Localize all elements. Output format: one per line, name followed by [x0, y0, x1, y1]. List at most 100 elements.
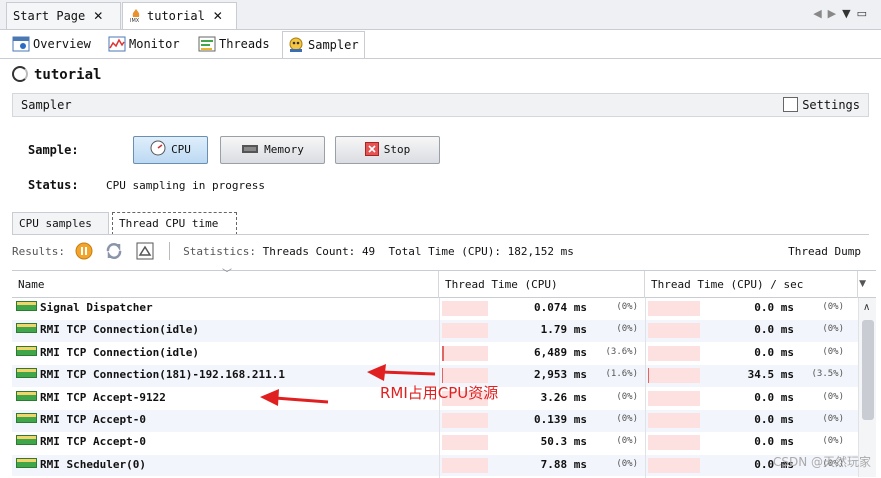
thread-time-bar-fill: [442, 368, 443, 384]
restore-icon[interactable]: ▭: [857, 7, 873, 20]
thread-time-value: 0.074 ms: [534, 301, 587, 314]
thread-time-value: 0.139 ms: [534, 413, 587, 426]
thread-icon: [16, 457, 37, 468]
tab-label: Overview: [33, 37, 91, 51]
thread-name-cell: Signal Dispatcher: [16, 301, 153, 314]
tab-sampler[interactable]: Sampler: [282, 31, 365, 58]
thread-rate-value: 0.0 ms: [754, 390, 794, 404]
sample-label: Sample:: [28, 143, 79, 157]
column-header-thread-time-per-sec[interactable]: Thread Time (CPU) / sec: [645, 271, 858, 298]
tab-start-page[interactable]: Start Page ✕: [6, 2, 121, 29]
thread-time-bar: [442, 368, 488, 384]
table-row[interactable]: Signal Dispatcher 0.074 ms (0%) 0.0 ms (…: [12, 298, 858, 320]
dropdown-icon[interactable]: ▼: [842, 7, 856, 20]
thread-time-value: 50.3 ms: [540, 435, 587, 449]
threads-icon: [198, 35, 216, 52]
column-menu-icon[interactable]: ▼: [859, 271, 866, 298]
table-row[interactable]: RMI Scheduler(0) 7.88 ms (0%) 0.0 ms (0%…: [12, 454, 858, 477]
pause-icon[interactable]: [75, 242, 93, 269]
jmx-icon: JMX: [129, 5, 143, 24]
refresh-icon[interactable]: [105, 242, 123, 269]
thread-rate-value: 0.0 ms: [754, 435, 794, 449]
annotation-text: RMI占用CPU资源: [380, 384, 499, 402]
thread-rate-value: 0.0 ms: [754, 323, 794, 337]
memory-button[interactable]: Memory: [220, 136, 325, 164]
thread-name: RMI TCP Connection(idle): [40, 323, 199, 337]
thread-icon: [16, 390, 37, 401]
thread-rate-bar-fill: [648, 368, 649, 384]
thread-time-value: 1.79 ms: [540, 323, 587, 337]
table-row[interactable]: RMI TCP Accept-0 0.139 ms (0%) 0.0 ms (0…: [12, 410, 858, 432]
thread-name-cell: RMI TCP Accept-0: [16, 435, 146, 448]
cpu-gauge-icon: [150, 140, 166, 166]
tab-monitor[interactable]: Monitor: [104, 31, 185, 58]
thread-name-cell: RMI TCP Connection(idle): [16, 323, 199, 336]
scroll-up-icon[interactable]: ∧: [863, 302, 870, 313]
thread-name: RMI TCP Accept-0: [40, 413, 146, 426]
section-label: Sampler: [21, 98, 72, 112]
thread-name: RMI TCP Accept-0: [40, 435, 146, 449]
tab-thread-cpu-time[interactable]: Thread CPU time: [112, 212, 237, 235]
tab-overview[interactable]: Overview: [8, 31, 96, 58]
tab-tutorial[interactable]: JMX tutorial ✕: [122, 2, 237, 29]
tab-cpu-samples[interactable]: CPU samples: [12, 212, 109, 235]
table-row[interactable]: RMI TCP Accept-0 50.3 ms (0%) 0.0 ms (0%…: [12, 432, 858, 454]
tab-label: Threads: [219, 37, 270, 51]
threads-count-value: 49: [361, 245, 376, 258]
threads-count-label: Threads Count:: [262, 245, 356, 258]
table-row[interactable]: RMI TCP Connection(idle) 1.79 ms (0%) 0.…: [12, 320, 858, 342]
thread-rate-percent: (0%): [822, 346, 844, 357]
thread-name: Signal Dispatcher: [40, 301, 153, 314]
total-time-value: 182,152 ms: [507, 245, 574, 258]
thread-name-cell: RMI TCP Accept-0: [16, 413, 146, 426]
thread-name: RMI TCP Connection(idle): [40, 345, 199, 359]
thread-time-percent: (0%): [616, 324, 638, 335]
document-tab-bar: Start Page ✕ JMX tutorial ✕ ◀▶▼▭: [0, 0, 881, 30]
scrollbar-thumb[interactable]: [862, 320, 874, 420]
settings-checkbox[interactable]: Settings: [783, 96, 860, 114]
table-row[interactable]: RMI TCP Connection(idle) 6,489 ms (3.6%)…: [12, 343, 858, 365]
thread-time-percent: (0%): [616, 458, 638, 469]
thread-rate-percent: (0%): [822, 436, 844, 447]
divider: [12, 234, 869, 235]
sampler-icon: [287, 36, 305, 52]
close-icon[interactable]: ✕: [213, 9, 223, 23]
thread-time-bar: [442, 323, 488, 339]
thread-name: RMI TCP Connection(181)-192.168.211.1: [40, 368, 286, 382]
snapshot-icon[interactable]: [136, 242, 154, 269]
watermark: CSDN @天然玩家: [772, 455, 871, 469]
results-toolbar: Results: Statistics: Threads Count: 49 T…: [12, 240, 869, 264]
stop-button[interactable]: Stop: [335, 136, 440, 164]
page-title: tutorial: [12, 66, 101, 83]
thread-rate-value: 0.0 ms: [754, 301, 794, 314]
thread-dump-button[interactable]: Thread Dump: [788, 240, 861, 264]
total-time-label: Total Time (CPU):: [388, 245, 502, 258]
thread-rate-percent: (0%): [822, 324, 844, 335]
thread-icon: [16, 323, 37, 334]
vertical-scrollbar[interactable]: ∧: [858, 298, 876, 477]
thread-icon: [16, 301, 37, 311]
thread-time-bar-fill: [442, 345, 444, 361]
column-header-name[interactable]: Name: [12, 261, 439, 298]
svg-text:JMX: JMX: [129, 18, 140, 22]
thread-icon: [16, 413, 37, 423]
toolbar-separator: [169, 242, 171, 260]
scroll-left-icon[interactable]: ◀: [813, 7, 827, 20]
column-divider: [645, 298, 646, 478]
results-label: Results:: [12, 245, 65, 258]
column-header-thread-time[interactable]: Thread Time (CPU): [439, 271, 645, 298]
tab-threads[interactable]: Threads: [194, 31, 275, 58]
thread-name-cell: RMI TCP Connection(idle): [16, 345, 199, 359]
sampler-section-header: Sampler Settings: [12, 93, 869, 117]
thread-rate-value: 34.5 ms: [747, 368, 794, 382]
memory-chip-icon: [241, 140, 259, 166]
thread-time-percent: (0%): [616, 436, 638, 447]
thread-rate-bar: [648, 345, 700, 361]
close-icon[interactable]: ✕: [93, 9, 103, 23]
monitor-icon: [108, 35, 126, 52]
checkbox-icon[interactable]: [783, 97, 799, 112]
status-label: Status:: [28, 178, 79, 192]
scroll-right-icon[interactable]: ▶: [828, 7, 842, 20]
cpu-button[interactable]: CPU: [133, 136, 208, 164]
thread-time-percent: (1.6%): [605, 369, 638, 380]
